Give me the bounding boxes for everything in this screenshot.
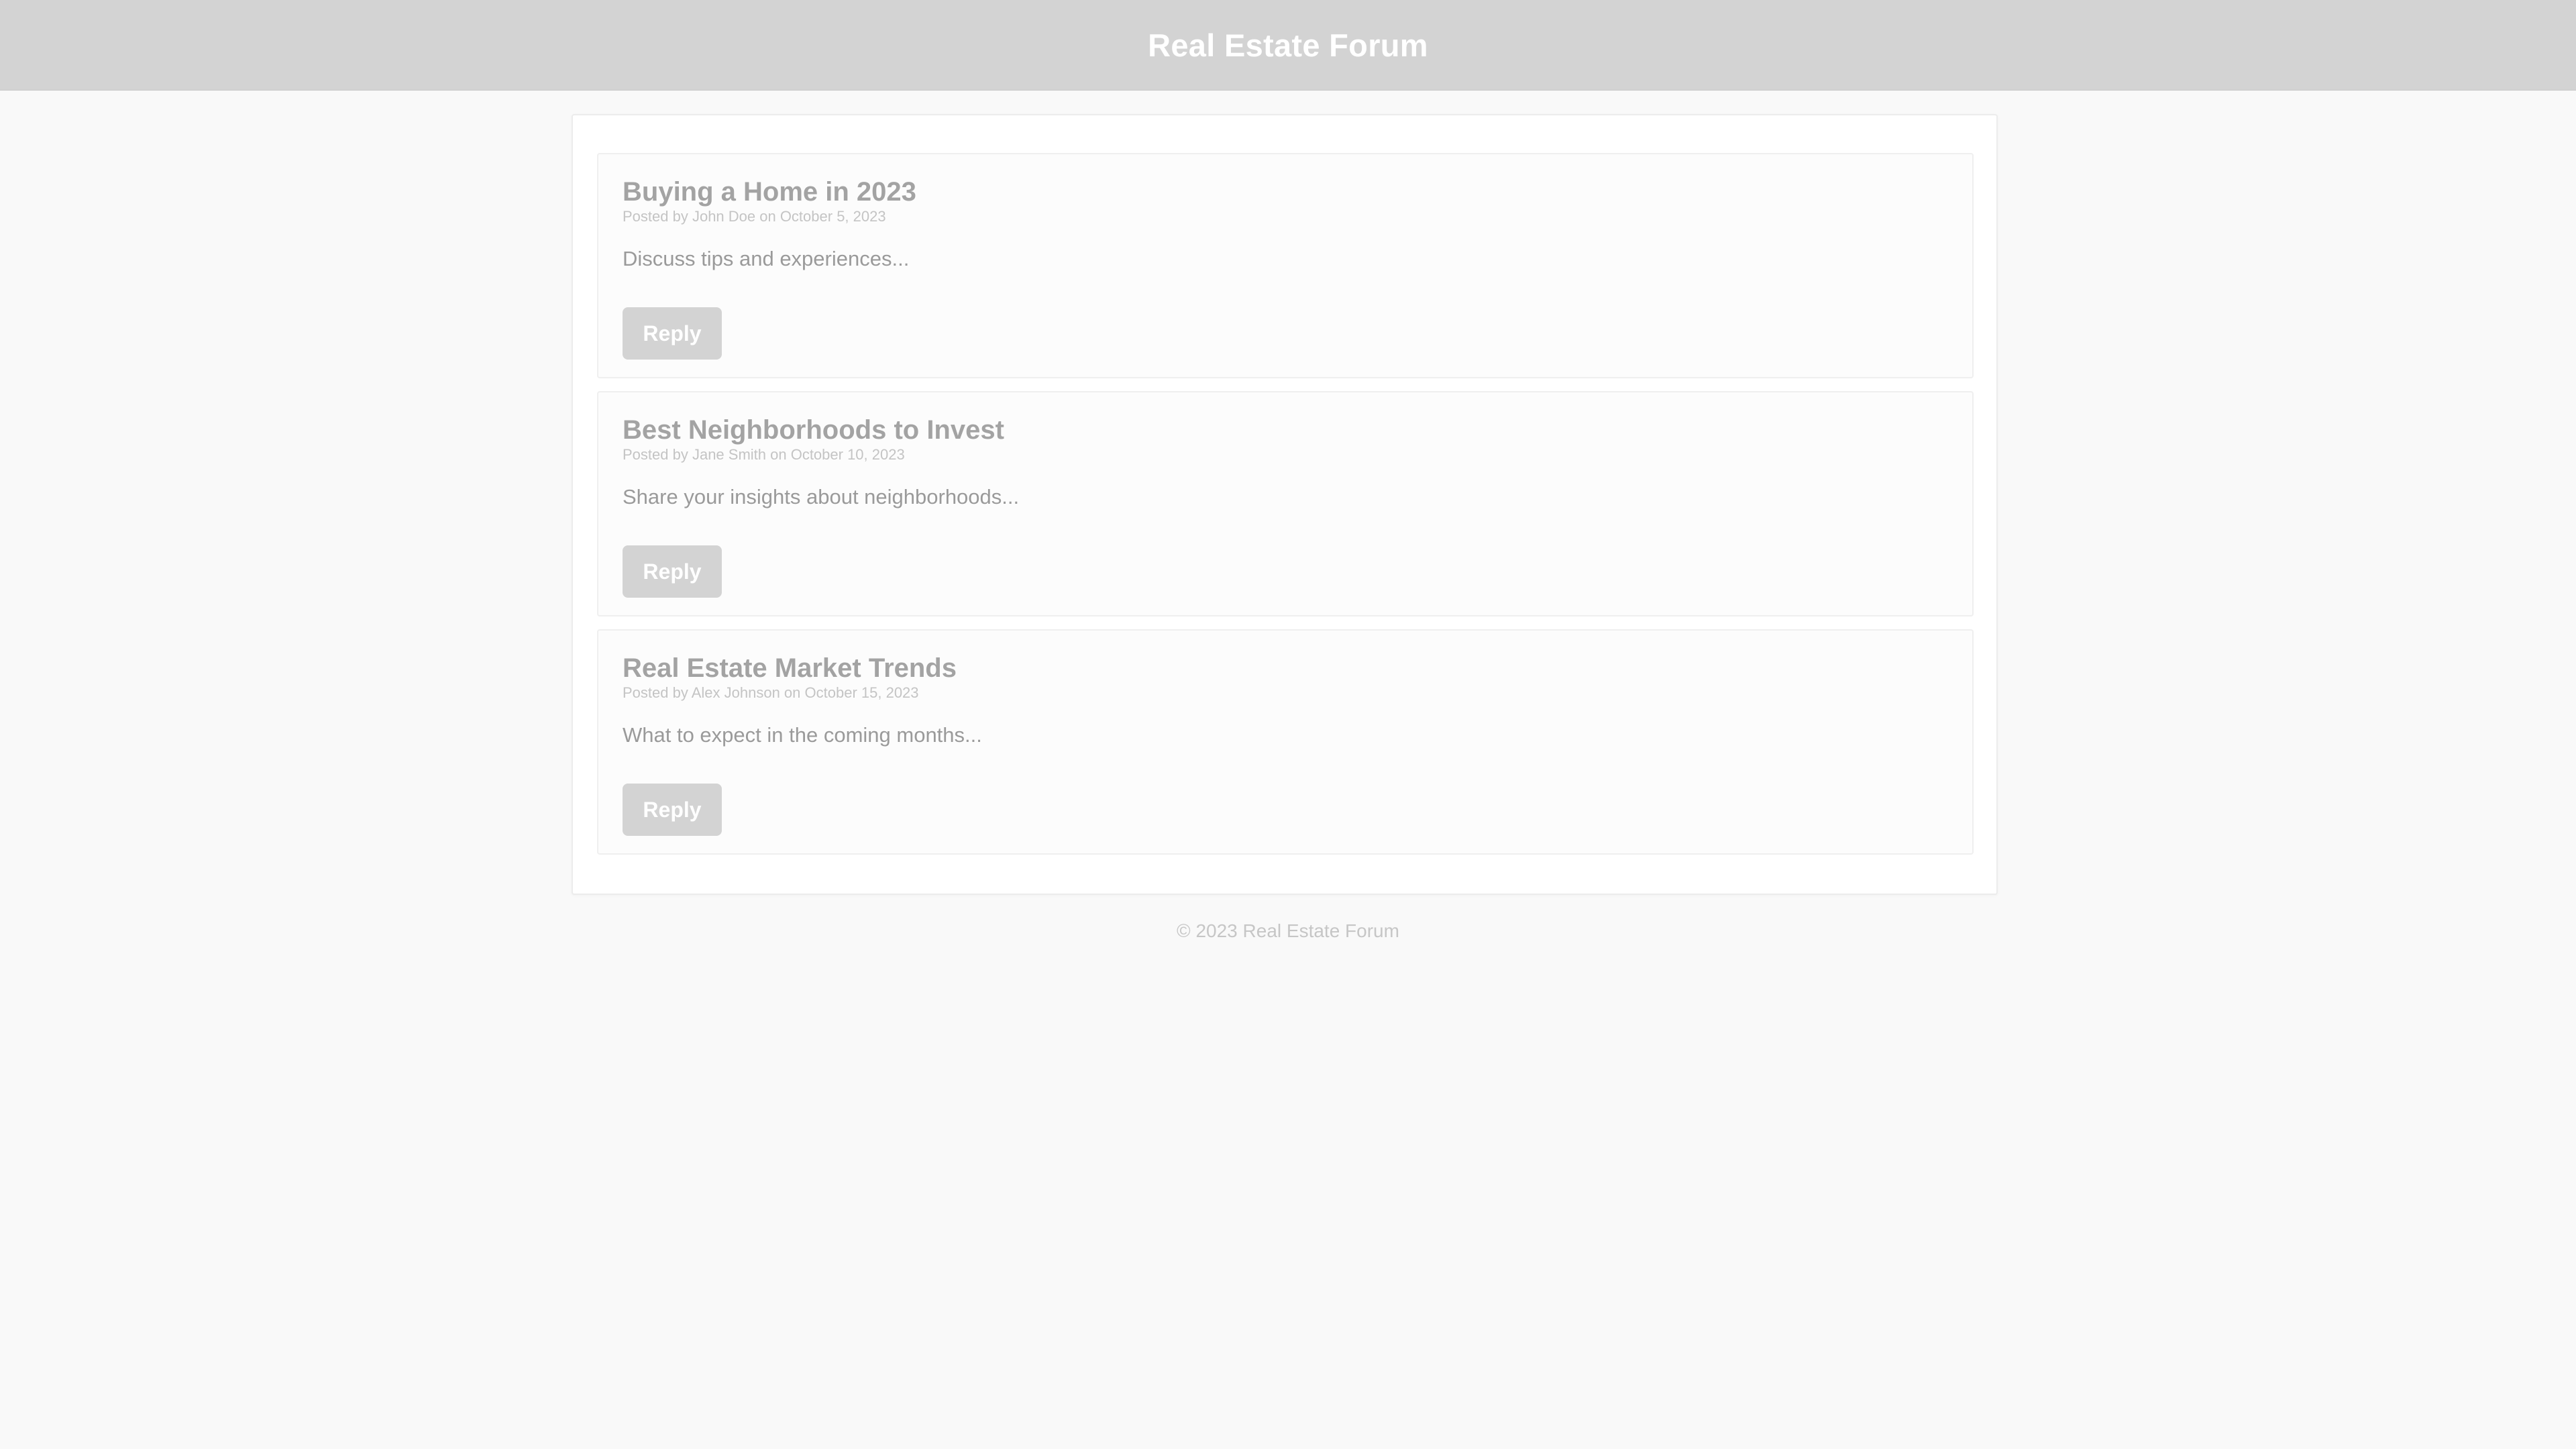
forum-post: Real Estate Market Trends Posted by Alex… — [597, 629, 1974, 855]
post-title[interactable]: Buying a Home in 2023 — [623, 177, 916, 207]
reply-button[interactable]: Reply — [623, 784, 722, 836]
post-title[interactable]: Real Estate Market Trends — [623, 653, 957, 684]
reply-button[interactable]: Reply — [623, 545, 722, 598]
forum-post: Best Neighborhoods to Invest Posted by J… — [597, 391, 1974, 616]
forum-post: Buying a Home in 2023 Posted by John Doe… — [597, 153, 1974, 378]
site-title: Real Estate Forum — [1148, 27, 1428, 63]
site-footer: © 2023 Real Estate Forum — [0, 920, 2576, 942]
forum-thread-list: Buying a Home in 2023 Posted by John Doe… — [572, 114, 1998, 895]
post-excerpt: Share your insights about neighborhoods.… — [623, 485, 1020, 508]
post-title[interactable]: Best Neighborhoods to Invest — [623, 415, 1004, 445]
post-excerpt: Discuss tips and experiences... — [623, 247, 910, 270]
post-meta: Posted by Alex Johnson on October 15, 20… — [623, 684, 919, 701]
post-meta: Posted by Jane Smith on October 10, 2023 — [623, 446, 905, 463]
site-header: Real Estate Forum — [0, 0, 2576, 91]
post-excerpt: What to expect in the coming months... — [623, 723, 982, 747]
post-meta: Posted by John Doe on October 5, 2023 — [623, 208, 886, 225]
reply-button[interactable]: Reply — [623, 307, 722, 360]
copyright-text: © 2023 Real Estate Forum — [1177, 920, 1399, 941]
